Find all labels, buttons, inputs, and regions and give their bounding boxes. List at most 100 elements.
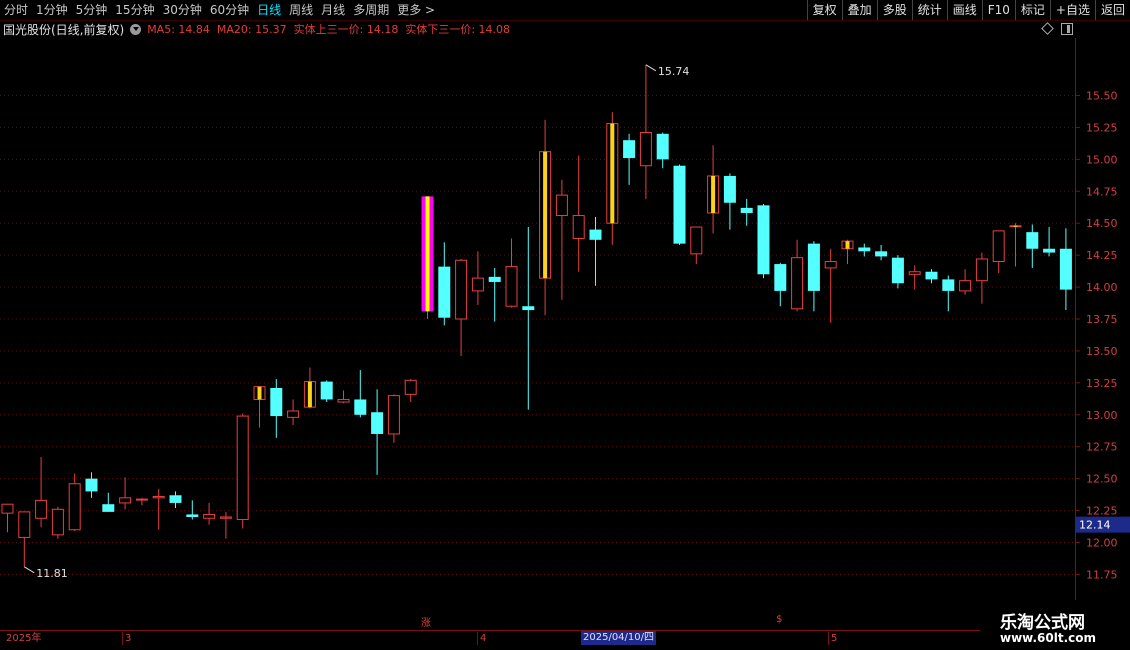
dropdown-circle-icon[interactable]: [130, 23, 142, 35]
candle-marker-yellow: [257, 386, 262, 400]
period-tab-1[interactable]: 1分钟: [32, 0, 72, 20]
candle-body: [690, 226, 703, 255]
candle-marker-yellow: [543, 151, 548, 279]
x-label-month-3: 3: [122, 632, 131, 645]
ma5-value: MA5: 14.84: [147, 22, 210, 36]
candle-body: [1043, 248, 1056, 253]
panel-toggle-icon[interactable]: [1061, 23, 1073, 35]
candle-body: [639, 132, 652, 167]
period-tab-2[interactable]: 5分钟: [72, 0, 112, 20]
candle-body: [522, 306, 535, 311]
right-tool-button-3[interactable]: 统计: [911, 0, 947, 20]
candle-body: [791, 257, 804, 310]
candle-body: [942, 279, 955, 291]
candle-body: [371, 412, 384, 434]
date-axis: 2025年 3 4 2025/04/10/四 5: [0, 630, 980, 646]
period-tab-7[interactable]: 周线: [285, 0, 317, 20]
candle-body: [236, 415, 249, 521]
high-price-label: 15.74: [658, 65, 690, 78]
dollar-marker: $: [776, 614, 783, 625]
right-tool-button-1[interactable]: 叠加: [841, 0, 877, 20]
price-axis-svg: 15.50 15.25 15.00 14.75 14.50 14.25 14.00 13.75…: [1076, 89, 1130, 581]
candle-body: [186, 514, 199, 517]
period-tab-0[interactable]: 分时: [0, 0, 32, 20]
right-tool-button-6[interactable]: 标记: [1014, 0, 1050, 20]
right-tool-button-2[interactable]: 多股: [876, 0, 912, 20]
candle-body: [219, 516, 232, 519]
candle-marker-yellow: [845, 241, 850, 249]
y-tick-label: 15.50: [1086, 89, 1118, 102]
y-tick-label: 11.75: [1086, 568, 1118, 581]
candle-body: [387, 395, 400, 435]
x-label-month-5: 5: [828, 632, 837, 645]
candle-body: [203, 513, 216, 519]
candle-body: [438, 266, 451, 318]
right-tool-button-0[interactable]: 复权: [806, 0, 842, 20]
y-tick-label: 14.00: [1086, 281, 1118, 294]
candle-body: [925, 271, 938, 280]
candle-body: [589, 229, 602, 240]
candle-body: [505, 266, 518, 307]
candle-body: [337, 398, 350, 403]
period-tab-10[interactable]: 更多 >: [393, 0, 439, 20]
candle-marker-yellow: [1013, 225, 1018, 227]
last-price-label: 12.14: [1079, 519, 1111, 532]
right-tool-button-7[interactable]: +自选: [1049, 0, 1095, 20]
candle-body: [555, 194, 568, 217]
candle-body: [975, 258, 988, 282]
candle-body: [992, 230, 1005, 263]
period-tab-4[interactable]: 30分钟: [159, 0, 206, 20]
y-tick-label: 14.50: [1086, 217, 1118, 230]
y-tick-label: 12.25: [1086, 505, 1118, 518]
candle-body: [152, 496, 165, 499]
y-tick-label: 12.00: [1086, 537, 1118, 550]
candle-body: [119, 497, 132, 504]
candle-body: [875, 251, 888, 257]
y-tick-label: 14.75: [1086, 185, 1118, 198]
candle-body: [320, 381, 333, 400]
lower-third-price: 实体下三一价: 14.08: [405, 23, 511, 36]
high-pointer: [645, 64, 657, 72]
candle-body: [455, 259, 468, 320]
candle-body: [891, 257, 904, 284]
period-tab-5[interactable]: 60分钟: [206, 0, 253, 20]
candle-body: [18, 511, 31, 538]
right-toolbar: 复权 叠加 多股 统计 画线 F10 标记 +自选 返回: [806, 0, 1130, 20]
kline-chart[interactable]: 15.74 11.81: [0, 38, 1075, 600]
candlestick-svg[interactable]: 15.74 11.81: [0, 38, 1075, 600]
candle-body: [488, 276, 501, 282]
candle-body: [858, 247, 871, 252]
candle-marker-yellow: [610, 123, 615, 224]
candle-body: [287, 410, 300, 418]
y-tick-label: 13.25: [1086, 377, 1118, 390]
y-tick-label: 12.50: [1086, 473, 1118, 486]
candle-body: [404, 379, 417, 395]
right-tool-button-4[interactable]: 画线: [946, 0, 982, 20]
candle-body: [51, 508, 64, 536]
right-tool-button-5[interactable]: F10: [981, 0, 1015, 20]
candle-body: [908, 271, 921, 275]
candle-body: [85, 478, 98, 492]
period-tab-9[interactable]: 多周期: [349, 0, 393, 20]
candle-body: [102, 504, 115, 512]
candle-body: [35, 499, 48, 519]
candle-body: [471, 277, 484, 292]
period-tab-6[interactable]: 日线: [253, 0, 285, 20]
x-label-year: 2025年: [6, 633, 42, 644]
candle-marker-yellow: [307, 381, 312, 408]
candle-body: [572, 215, 585, 240]
period-tab-8[interactable]: 月线: [317, 0, 349, 20]
low-pointer: [24, 566, 35, 574]
candle-marker-yellow: [711, 175, 716, 213]
right-tool-button-8[interactable]: 返回: [1094, 0, 1130, 20]
period-tab-3[interactable]: 15分钟: [111, 0, 158, 20]
y-tick-label: 13.00: [1086, 409, 1118, 422]
candle-body: [68, 483, 81, 531]
ma20-value: MA20: 15.37: [216, 22, 287, 36]
candle-body: [1059, 248, 1072, 290]
watermark-url: www.60lt.com: [1000, 631, 1097, 645]
candle-marker-yellow: [425, 196, 430, 312]
stock-title: 国光股份(日线,前复权): [3, 22, 125, 37]
price-axis: 15.50 15.25 15.00 14.75 14.50 14.25 14.00 13.75…: [1075, 38, 1130, 600]
watermark-name: 乐淘公式网: [1000, 613, 1085, 633]
